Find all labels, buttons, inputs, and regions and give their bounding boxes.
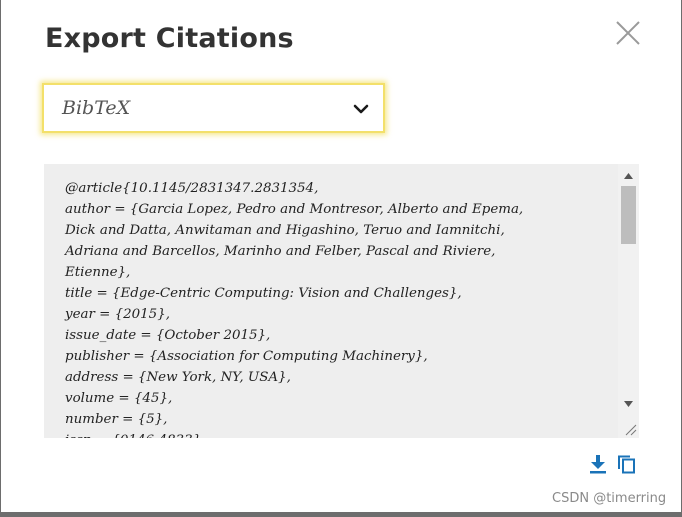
copy-button[interactable] [616,453,638,475]
scroll-up-button[interactable] [618,168,639,186]
download-icon [590,455,606,474]
watermark-text: CSDN @timerring [552,491,667,506]
download-button[interactable] [587,453,609,475]
resize-handle[interactable] [623,422,637,436]
copy-icon [618,455,635,474]
scroll-thumb[interactable] [621,186,636,244]
export-citations-dialog: Export Citations BibTeX @article{10.1145… [1,0,681,512]
citation-text[interactable]: @article{10.1145/2831347.2831354, author… [65,178,605,438]
dialog-title: Export Citations [45,23,294,54]
selected-format: BibTeX [62,97,131,119]
close-button[interactable] [613,18,643,48]
citation-format-select[interactable]: BibTeX [42,83,385,133]
close-icon [616,21,640,45]
page: Export Citations BibTeX @article{10.1145… [0,0,682,517]
vertical-scrollbar[interactable] [618,164,639,438]
chevron-down-icon [353,101,369,117]
resize-grip-icon [625,424,637,436]
scroll-down-arrow-icon [624,401,633,407]
citation-textarea[interactable]: @article{10.1145/2831347.2831354, author… [44,164,639,438]
scroll-down-button[interactable] [618,396,639,414]
scroll-up-arrow-icon [624,173,633,179]
